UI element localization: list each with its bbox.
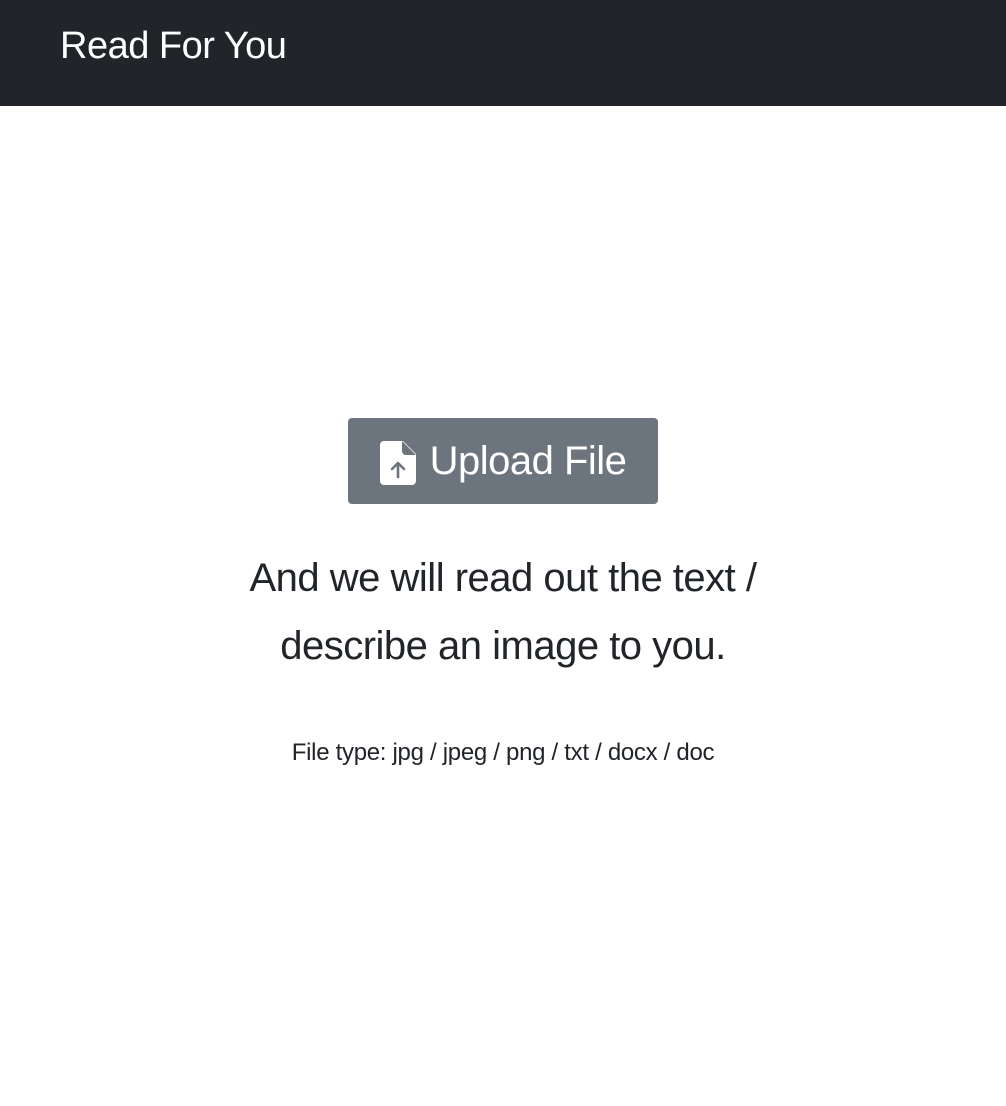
tagline-line-2: describe an image to you. [280,624,726,668]
file-upload-icon [379,441,416,485]
file-types-note: File type: jpg / jpeg / png / txt / docx… [291,739,715,766]
brand-title[interactable]: Read For You [60,23,287,69]
main-content: Upload File And we will read out the tex… [0,106,1006,1106]
upload-file-button[interactable]: Upload File [348,418,658,504]
navbar: Read For You [0,0,1006,106]
tagline-line-1: And we will read out the text / [249,556,758,600]
tagline: And we will read out the text / describe… [0,544,1006,680]
upload-file-label: Upload File [429,439,627,483]
